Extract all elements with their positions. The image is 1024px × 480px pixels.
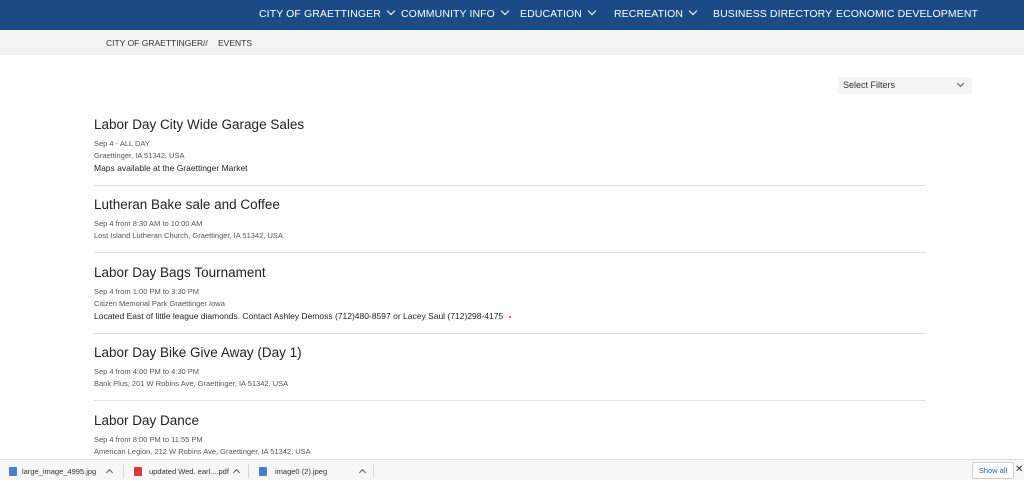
nav-item-label: COMMUNITY INFO (401, 8, 495, 20)
breadcrumb-home-link[interactable]: CITY OF GRAETTINGER (106, 38, 203, 48)
divider (94, 400, 926, 401)
show-all-button[interactable]: Show all (972, 462, 1014, 479)
event-location: Citizen Memorial Park Graettinger Iowa (94, 299, 225, 308)
download-filename: image0 (2).jpeg (275, 467, 328, 476)
nav-item-community-info[interactable]: COMMUNITY INFO (401, 0, 510, 30)
top-navigation-bar: CITY OF GRAETTINGER COMMUNITY INFO EDUCA… (0, 0, 1024, 30)
image-file-icon (9, 467, 17, 476)
chevron-down-icon (587, 6, 597, 16)
breadcrumb-current: EVENTS (218, 38, 253, 48)
downloads-bar: large_image_4995.jpg updated Wed. earl..… (0, 459, 1024, 480)
nav-item-business-directory[interactable]: BUSINESS DIRECTORY (713, 0, 832, 30)
event-item: Labor Day City Wide Garage Sales Sep 4 -… (94, 117, 926, 173)
divider (373, 464, 374, 478)
event-date: Sep 4 - ALL DAY (94, 139, 150, 148)
nav-item-economic-development[interactable]: ECONOMIC DEVELOPMENT (836, 0, 978, 30)
event-date: Sep 4 from 1:00 PM to 3:30 PM (94, 287, 200, 296)
event-item: Labor Day Bike Give Away (Day 1) Sep 4 f… (94, 345, 926, 388)
event-location: American Legion, 212 W Robins Ave, Graet… (94, 447, 311, 456)
event-note: Maps available at the Graettinger Market (94, 163, 248, 173)
nav-item-label: RECREATION (614, 8, 684, 20)
event-item: Labor Day Bags Tournament Sep 4 from 1:0… (94, 265, 926, 321)
download-filename: updated Wed. earl....pdf (149, 467, 229, 476)
nav-item-label: CITY OF GRAETTINGER (259, 8, 381, 20)
chevron-down-icon (386, 6, 396, 16)
divider (94, 185, 926, 186)
event-date: Sep 4 from 8:00 PM to 11:55 PM (94, 435, 203, 444)
nav-item-education[interactable]: EDUCATION (520, 0, 597, 30)
chevron-up-icon[interactable] (105, 468, 114, 477)
chevron-up-icon[interactable] (232, 468, 241, 477)
divider (94, 252, 926, 253)
breadcrumb: CITY OF GRAETTINGER // EVENTS (0, 30, 1024, 55)
divider (248, 464, 249, 478)
filter-label: Select Filters (843, 80, 896, 90)
event-title[interactable]: Labor Day Dance (94, 413, 926, 428)
event-note-text: Located East of little league diamonds. … (94, 311, 504, 321)
event-title[interactable]: Labor Day Bags Tournament (94, 265, 926, 280)
event-item: Labor Day Dance Sep 4 from 8:00 PM to 11… (94, 413, 926, 456)
chevron-up-icon[interactable] (358, 468, 367, 477)
event-location: Graettinger, IA 51342, USA (94, 151, 185, 160)
nav-item-label: BUSINESS DIRECTORY (713, 8, 833, 20)
download-filename: large_image_4995.jpg (22, 467, 97, 476)
pdf-file-icon (134, 467, 142, 476)
event-title[interactable]: Labor Day Bike Give Away (Day 1) (94, 345, 926, 360)
event-date: Sep 4 from 8:30 AM to 10:00 AM (94, 219, 203, 228)
dot-icon (509, 315, 512, 318)
divider (94, 333, 926, 334)
nav-item-label: EDUCATION (520, 8, 582, 20)
breadcrumb-separator: // (203, 38, 208, 48)
chevron-down-icon (688, 6, 698, 16)
divider (123, 464, 124, 478)
event-title[interactable]: Lutheran Bake sale and Coffee (94, 197, 926, 212)
nav-item-label: ECONOMIC DEVELOPMENT (836, 8, 979, 20)
event-note: Located East of little league diamonds. … (94, 311, 926, 321)
image-file-icon (259, 467, 267, 476)
close-icon[interactable]: ✕ (1015, 464, 1023, 475)
event-title[interactable]: Labor Day City Wide Garage Sales (94, 117, 926, 132)
event-location: Lost Island Lutheran Church, Graettinger… (94, 231, 283, 240)
chevron-down-icon (500, 6, 510, 16)
event-location: Bank Plus, 201 W Robins Ave, Graettinger… (94, 379, 289, 388)
chevron-down-icon (956, 79, 965, 88)
nav-item-city-of-graettinger[interactable]: CITY OF GRAETTINGER (259, 0, 396, 30)
nav-item-recreation[interactable]: RECREATION (614, 0, 698, 30)
event-item: Lutheran Bake sale and Coffee Sep 4 from… (94, 197, 926, 240)
event-date: Sep 4 from 4:00 PM to 4:30 PM (94, 367, 200, 376)
select-filters-dropdown[interactable]: Select Filters (838, 77, 972, 94)
